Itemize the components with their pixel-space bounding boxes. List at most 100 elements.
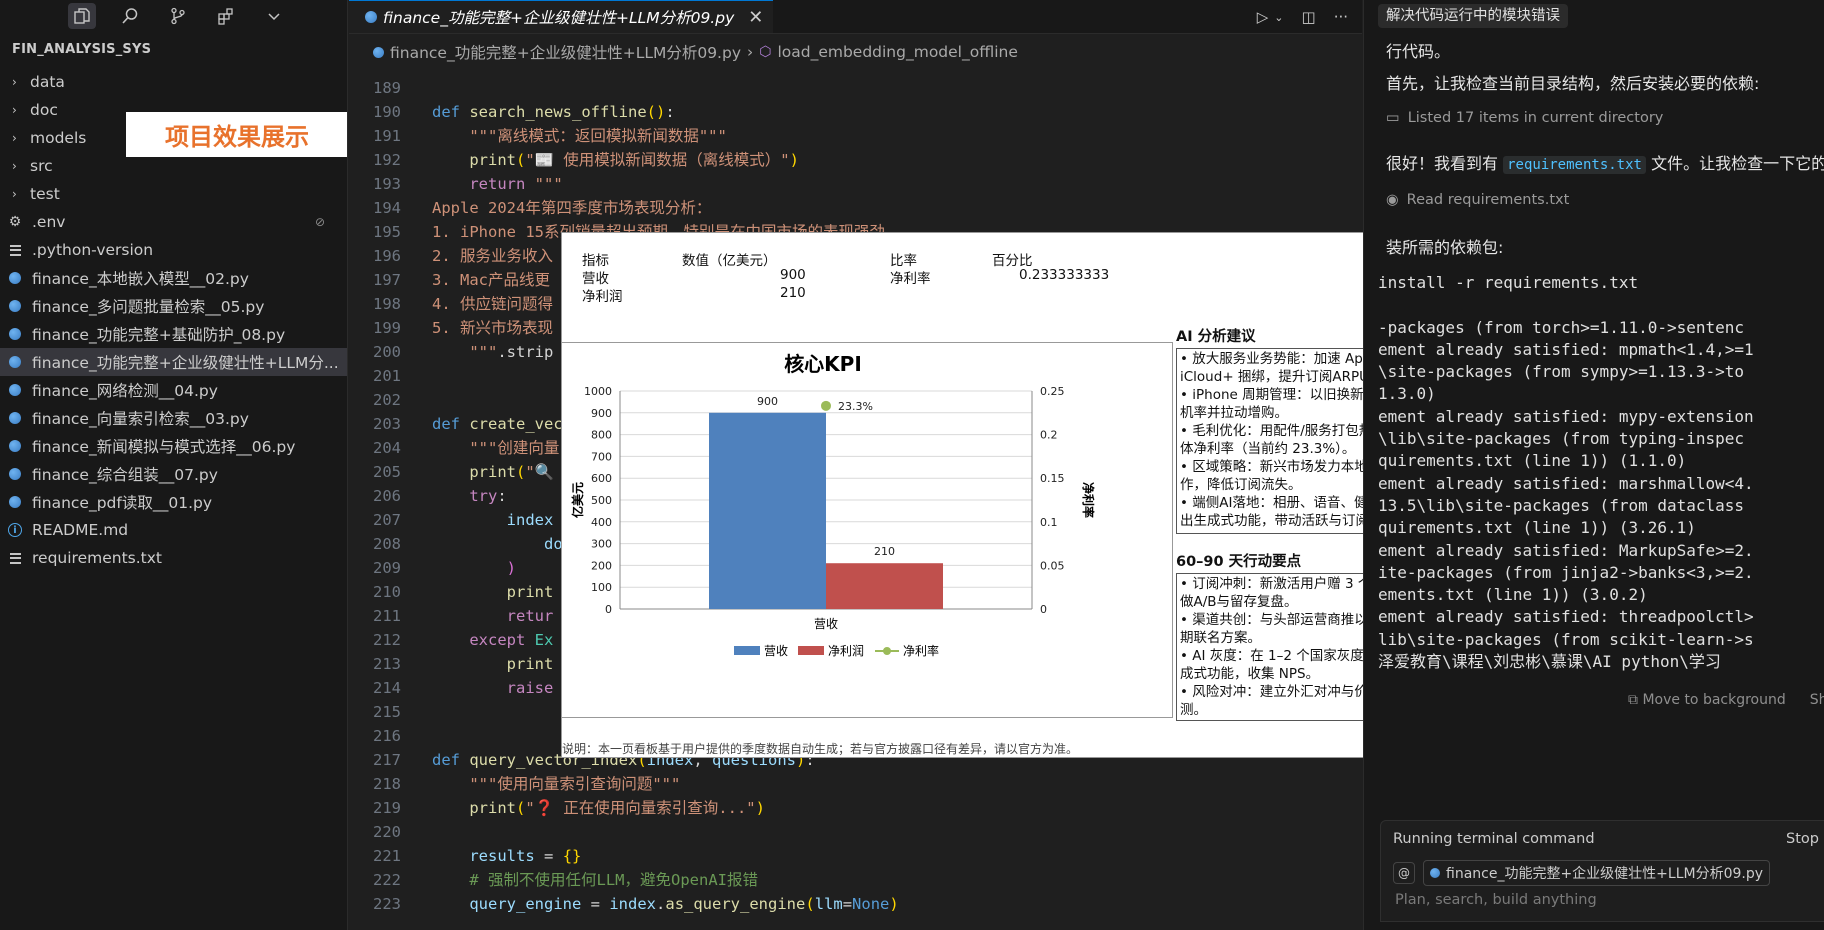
editor-tab-active[interactable]: finance_功能完整+企业级健壮性+LLM分析09.py ✕ xyxy=(349,0,774,33)
code-line: 223 query_engine = index.as_query_engine… xyxy=(373,895,899,913)
chat-input-box[interactable]: @ finance_功能完整+企业级健壮性+LLM分析09.py Plan, s… xyxy=(1380,856,1824,922)
y-tick-label: 0 xyxy=(605,603,612,616)
terminal-line: quirements.txt (line 1)) (1.1.0) xyxy=(1378,451,1687,471)
tool-call-list-dir[interactable]: ▭ Listed 17 items in current directory xyxy=(1386,110,1663,126)
file-item[interactable]: finance_综合组装__07.py xyxy=(0,460,347,488)
table-cell: 净利率 xyxy=(890,271,931,287)
lines-icon xyxy=(8,243,22,257)
terminal-output[interactable]: install -r requirements.txt -packages (fr… xyxy=(1378,272,1824,673)
y-tick-label: 400 xyxy=(591,516,612,529)
run-icon[interactable]: ▷ xyxy=(1257,8,1269,26)
chart-title: 核心KPI xyxy=(784,352,862,376)
context-file-label: finance_功能完整+企业级健壮性+LLM分析09.py xyxy=(1446,866,1764,882)
terminal-line: 1.3.0) xyxy=(1378,384,1436,404)
code-line: 218 """使用向量索引查询问题""" xyxy=(373,775,681,793)
terminal-line: ement already satisfied: mpmath<1.4,>=1 xyxy=(1378,339,1754,359)
breadcrumb-file[interactable]: finance_功能完整+企业级健壮性+LLM分析09.py xyxy=(390,41,741,63)
folder-item[interactable]: › test xyxy=(0,180,347,208)
python-icon xyxy=(373,46,384,58)
python-icon xyxy=(8,467,22,481)
file-item[interactable]: finance_功能完整+基础防护_08.py xyxy=(0,320,347,348)
tool-call-read-file[interactable]: ◉ Read requirements.txt xyxy=(1386,192,1569,208)
kpi-report-image: 指标 数值（亿美元） 比率 百分比 营收 900 净利率 0.233333333… xyxy=(561,232,1474,758)
context-bar: @ finance_功能完整+企业级健壮性+LLM分析09.py xyxy=(1393,860,1771,886)
y2-tick-label: 0.15 xyxy=(1040,472,1065,485)
x-tick-label: 营收 xyxy=(814,617,838,631)
tab-title: finance_功能完整+企业级健壮性+LLM分析09.py xyxy=(383,9,735,27)
kpi-chart: 核心KPI 0 100 200 300 400 500 600 700 800 900 1000 0 0.… xyxy=(562,343,1173,718)
legend-swatch xyxy=(798,646,824,655)
chevron-right-icon: › xyxy=(12,103,17,117)
table-header: 百分比 xyxy=(992,253,1033,269)
table-header: 比率 xyxy=(890,253,917,269)
python-icon xyxy=(8,327,22,341)
at-mention-icon[interactable]: @ xyxy=(1393,862,1415,884)
file-item[interactable]: ⚙ .env ⊘ xyxy=(0,208,347,236)
inline-code: requirements.txt xyxy=(1503,156,1646,174)
python-icon xyxy=(8,299,22,313)
chevron-down-icon[interactable] xyxy=(264,6,284,26)
y-tick-label: 900 xyxy=(591,407,612,420)
table-header: 指标 xyxy=(582,253,609,269)
table-header: 数值（亿美元） xyxy=(682,253,777,269)
legend-entry: 净利润 xyxy=(828,644,864,658)
code-line: 192 print("📰 使用模拟新闻数据（离线模式）") xyxy=(373,151,799,169)
terminal-line: lib\site-packages (from scikit-learn->s xyxy=(1378,629,1754,649)
terminal-line: ement already satisfied: mypy-extension xyxy=(1378,406,1754,426)
file-item[interactable]: finance_向量索引检索__03.py xyxy=(0,404,347,432)
extensions-icon[interactable] xyxy=(216,6,236,26)
code-line: 220 xyxy=(373,823,401,841)
file-item[interactable]: finance_新闻模拟与模式选择__06.py xyxy=(0,432,347,460)
python-icon xyxy=(8,355,22,369)
code-line: 189 xyxy=(373,79,401,97)
code-line: 219 print("❓ 正在使用向量索引查询...") xyxy=(373,799,765,817)
chat-message: 首先，让我检查当前目录结构，然后安装必要的依赖: xyxy=(1386,74,1760,93)
search-icon[interactable] xyxy=(120,6,140,26)
project-title[interactable]: FIN_ANALYSIS_SYS xyxy=(0,32,347,68)
folder-item[interactable]: › data xyxy=(0,68,347,96)
chat-message: 很好！我看到有 requirements.txt 文件。让我检查一下它的 xyxy=(1386,154,1824,174)
file-item[interactable]: i README.md xyxy=(0,516,347,544)
python-icon xyxy=(8,411,22,425)
chevron-right-icon: › xyxy=(12,75,17,89)
file-item[interactable]: finance_多问题批量检索__05.py xyxy=(0,292,347,320)
source-control-icon[interactable] xyxy=(168,6,188,26)
table-cell: 900 xyxy=(780,267,806,283)
terminal-line: 13.5\lib\site-packages (from dataclass xyxy=(1378,495,1745,515)
shift-hint: Shift xyxy=(1809,692,1824,708)
y2-tick-label: 0.1 xyxy=(1040,516,1058,529)
more-actions-icon[interactable]: ··· xyxy=(1334,8,1348,26)
run-dropdown-icon[interactable]: ⌄ xyxy=(1274,11,1283,24)
explorer-icon[interactable] xyxy=(68,3,96,29)
y-tick-label: 300 xyxy=(591,538,612,551)
bar-1 xyxy=(826,563,943,609)
file-item[interactable]: requirements.txt xyxy=(0,544,347,572)
rate-point xyxy=(821,400,831,411)
move-to-background-button[interactable]: ⧉ Move to background xyxy=(1628,692,1786,708)
y2-tick-label: 0.05 xyxy=(1040,559,1065,572)
split-editor-icon[interactable]: ◫ xyxy=(1302,8,1316,26)
chat-input[interactable]: Plan, search, build anything xyxy=(1395,892,1597,908)
file-item[interactable]: finance_网络检测__04.py xyxy=(0,376,347,404)
chat-tab[interactable]: 解决代码运行中的模块错误 xyxy=(1378,4,1568,28)
stop-button[interactable]: Stop xyxy=(1786,831,1819,847)
legend-entry: 净利率 xyxy=(903,643,939,658)
terminal-actions: ⧉ Move to background Shift xyxy=(1628,692,1824,708)
code-line: 191 """离线模式：返回模拟新闻数据""" xyxy=(373,127,727,145)
code-line: 190 def search_news_offline(): xyxy=(373,103,675,121)
file-item[interactable]: finance_本地嵌入模型__02.py xyxy=(0,264,347,292)
breadcrumb-symbol[interactable]: load_embedding_model_offline xyxy=(777,43,1017,61)
terminal-line: ement already satisfied: marshmallow<4. xyxy=(1378,473,1754,493)
y-axis-label: 亿美元 xyxy=(570,482,585,518)
file-item[interactable]: finance_pdf读取__01.py xyxy=(0,488,347,516)
table-cell: 0.233333333 xyxy=(1019,267,1110,283)
context-file-chip[interactable]: finance_功能完整+企业级健壮性+LLM分析09.py xyxy=(1423,860,1771,886)
running-command-bar: Running terminal command Stop xyxy=(1380,820,1824,858)
terminal-line: install -r requirements.txt xyxy=(1378,273,1639,292)
terminal-line: \lib\site-packages (from typing-inspec xyxy=(1378,429,1745,449)
sidebar-toolbar xyxy=(0,0,347,32)
file-item[interactable]: .python-version xyxy=(0,236,347,264)
close-icon[interactable]: ✕ xyxy=(748,7,763,28)
lines-icon xyxy=(8,551,22,565)
file-item[interactable]: finance_功能完整+企业级健壮性+LLM分... xyxy=(0,348,347,376)
